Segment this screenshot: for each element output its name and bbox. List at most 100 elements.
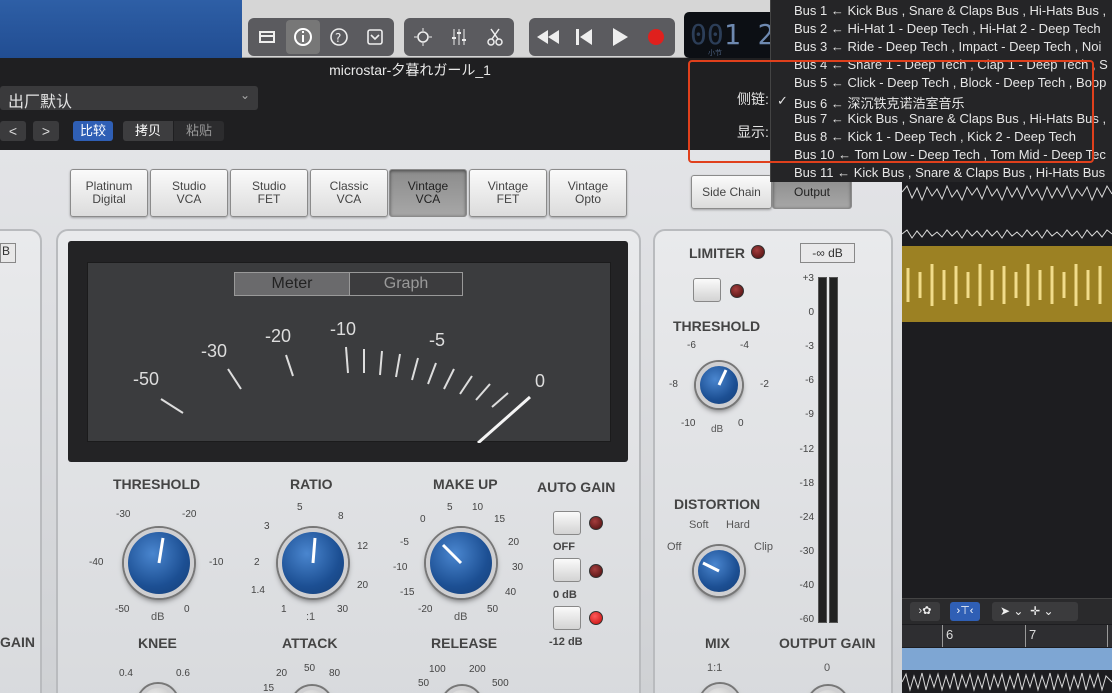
chevron-down-icon: ⌄	[239, 88, 250, 102]
auto-gain-off-led	[589, 516, 603, 530]
distortion-soft: Soft	[689, 519, 709, 531]
model-button[interactable]: Studio FET	[230, 169, 308, 217]
mix-label: MIX	[705, 635, 730, 651]
pointer-tool-icon[interactable]: ➤ ⌄	[1000, 604, 1023, 618]
next-preset-button[interactable]: >	[33, 121, 59, 141]
makeup-tick: 20	[508, 537, 520, 548]
preset-name: 出厂默认	[8, 94, 73, 111]
auto-gain-0db-switch[interactable]	[553, 558, 581, 582]
help-icon[interactable]: ?	[322, 20, 356, 54]
makeup-knob[interactable]	[426, 528, 496, 598]
model-button[interactable]: Vintage VCA	[389, 169, 467, 217]
threshold-tick: -30	[116, 509, 131, 520]
limiter-tick: -10	[681, 418, 696, 429]
side-chain-tab[interactable]: Side Chain	[691, 175, 772, 209]
release-tick: 200	[469, 664, 486, 675]
sidechain-menu-item[interactable]: Bus 11 ← Kick Bus , Snare & Claps Bus , …	[794, 165, 1105, 183]
mixer-sliders-icon[interactable]	[442, 20, 476, 54]
makeup-tick: -5	[400, 537, 409, 548]
timecode-bar: 1	[723, 18, 741, 51]
limiter-switch[interactable]	[693, 278, 721, 302]
limiter-tick: -8	[669, 379, 678, 390]
crosshair-tool-icon[interactable]: ✛ ⌄	[1030, 604, 1053, 618]
tool-menus[interactable]: ➤ ⌄ ✛ ⌄	[992, 602, 1078, 621]
attack-label: ATTACK	[282, 635, 338, 651]
model-button[interactable]: Vintage FET	[469, 169, 547, 217]
ruler-mark: 6	[946, 627, 954, 642]
distortion-hard: Hard	[726, 519, 750, 531]
limiter-threshold-label: THRESHOLD	[673, 318, 761, 334]
ratio-tick: 2	[254, 557, 260, 568]
arrange-area: ›✿ ›⊤‹ ➤ ⌄ ✛ ⌄ 6 7	[902, 150, 1112, 693]
preset-menu[interactable]: 出厂默认 ⌄	[0, 86, 258, 111]
attack-tick: 15	[263, 683, 275, 693]
snap-icon[interactable]: ›⊤‹	[950, 602, 980, 621]
distortion-knob[interactable]	[694, 546, 744, 596]
makeup-tick: 30	[512, 562, 524, 573]
distortion-label: DISTORTION	[674, 496, 761, 512]
distortion-clip: Clip	[754, 541, 773, 553]
lower-waveform	[902, 672, 1112, 692]
copy-button[interactable]: 拷贝	[123, 121, 173, 141]
output-meter-tick: -30	[799, 546, 814, 557]
play-icon[interactable]	[603, 20, 637, 54]
brightness-icon[interactable]	[406, 20, 440, 54]
threshold-tick: -40	[89, 557, 104, 568]
model-button[interactable]: Vintage Opto	[549, 169, 627, 217]
record-icon[interactable]	[639, 20, 673, 54]
vu-mark-minus5: -5	[429, 330, 446, 350]
ratio-unit: :1	[306, 611, 316, 623]
sidechain-menu-item[interactable]: Bus 3 ← Ride - Deep Tech , Impact - Deep…	[794, 39, 1101, 57]
inbox-icon[interactable]	[358, 20, 392, 54]
edit-button-group	[404, 18, 514, 56]
scissors-icon[interactable]	[478, 20, 512, 54]
library-icon[interactable]	[250, 20, 284, 54]
vu-mark-minus50: -50	[133, 369, 160, 389]
auto-gain-minus12-switch[interactable]	[553, 606, 581, 630]
region-waveform	[906, 264, 1102, 306]
makeup-unit: dB	[454, 611, 468, 623]
threshold-tick: 0	[184, 604, 190, 615]
makeup-tick: 40	[505, 587, 517, 598]
audio-region[interactable]	[902, 246, 1112, 322]
ratio-tick: 8	[338, 511, 344, 522]
previous-preset-button[interactable]: <	[0, 121, 26, 141]
release-tick: 50	[418, 678, 430, 689]
compare-button[interactable]: 比较	[73, 121, 113, 141]
output-gain-tick: 0	[824, 662, 831, 674]
model-button[interactable]: Platinum Digital	[70, 169, 148, 217]
threshold-knob[interactable]	[124, 528, 194, 598]
cycle-region[interactable]	[902, 648, 1112, 670]
limiter-threshold-knob[interactable]	[696, 362, 742, 408]
rewind-icon[interactable]	[531, 20, 565, 54]
palette-icon[interactable]: ›✿	[910, 602, 940, 621]
ratio-tick: 3	[264, 521, 270, 532]
vu-mark-minus10: -10	[330, 319, 357, 339]
sidechain-menu-item[interactable]: Bus 1 ← Kick Bus , Snare & Claps Bus , H…	[794, 3, 1106, 21]
makeup-tick: -20	[418, 604, 433, 615]
go-to-start-icon[interactable]	[567, 20, 601, 54]
info-icon[interactable]	[286, 20, 320, 54]
auto-gain-off-switch[interactable]	[553, 511, 581, 535]
output-meter-tick: 0	[808, 307, 814, 318]
model-button[interactable]: Studio VCA	[150, 169, 228, 217]
arrange-toolbar: ›✿ ›⊤‹ ➤ ⌄ ✛ ⌄	[902, 598, 1112, 624]
model-button[interactable]: Classic VCA	[310, 169, 388, 217]
ruler-mark: 7	[1029, 627, 1037, 642]
graph-tab[interactable]: Graph	[349, 272, 463, 296]
makeup-tick: 5	[447, 502, 453, 513]
output-meter-right	[829, 277, 838, 623]
highlight-annotation-box	[688, 60, 1094, 163]
timecode-display: 001 2 小节	[684, 12, 784, 58]
paste-button[interactable]: 粘贴	[174, 121, 224, 141]
auto-gain-label: AUTO GAIN	[537, 479, 616, 495]
output-meter-tick: -12	[799, 444, 814, 455]
threshold-tick: -50	[115, 604, 130, 615]
output-meter-readout: -∞ dB	[800, 243, 855, 263]
limiter-tick: 0	[738, 418, 744, 429]
ratio-knob[interactable]	[278, 528, 348, 598]
limiter-led	[751, 245, 765, 259]
makeup-tick: 0	[420, 514, 426, 525]
sidechain-menu-item[interactable]: Bus 2 ← Hi-Hat 1 - Deep Tech , Hi-Hat 2 …	[794, 21, 1101, 39]
meter-tab[interactable]: Meter	[234, 272, 350, 296]
